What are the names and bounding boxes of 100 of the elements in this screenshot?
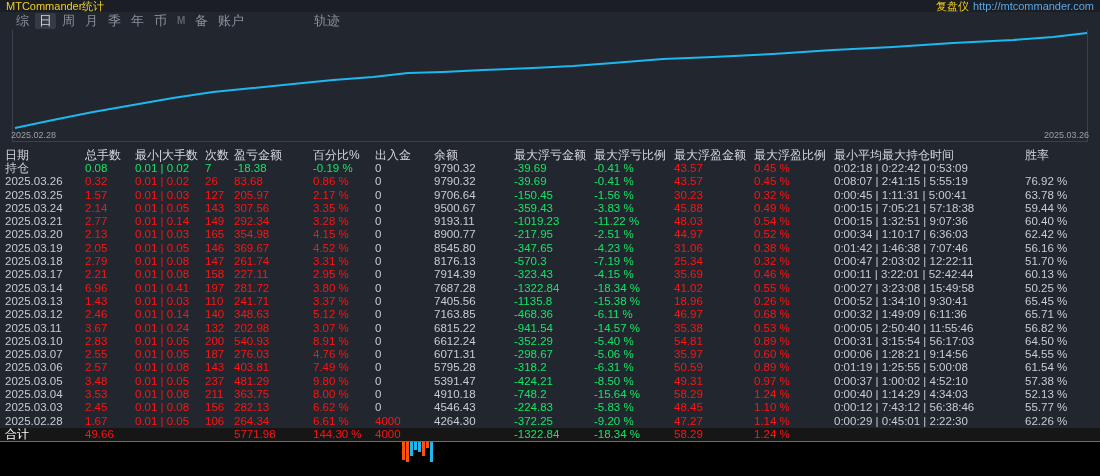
deposit-cell-text: 0 xyxy=(375,388,383,402)
win-rate-cell-text: 65.45 % xyxy=(1025,294,1069,309)
balance-cell-text: 4264.30 xyxy=(434,414,477,428)
max-profit-cell-text: 46.97 xyxy=(674,308,704,322)
percent-cell-text: 8.00 % xyxy=(313,388,350,402)
lots-cell-text: 2.45 xyxy=(85,401,109,415)
trace-tab[interactable]: 轨迹 xyxy=(310,13,345,29)
hold-time-cell-text: 0:00:27 | 3:23:08 | 15:49:58 xyxy=(834,281,976,295)
max-loss-percent-cell-text: -4.23 % xyxy=(594,241,635,256)
percent-cell-text: 3.28 % xyxy=(313,215,350,229)
max-loss-cell-text: -347.65 xyxy=(514,241,554,256)
deposit-cell-text: 4000 xyxy=(375,414,402,428)
trades-cell-text: 149 xyxy=(205,215,226,229)
lots-cell-text: 1.67 xyxy=(85,414,109,428)
trades-cell-text: 211 xyxy=(205,388,225,402)
percent-cell-text: 4.15 % xyxy=(313,228,350,242)
max-loss-percent-cell-text: -18.34 % xyxy=(594,281,642,295)
max-profit-percent-cell-text: 1.10 % xyxy=(754,401,791,415)
max-loss-percent-cell-text: -5.83 % xyxy=(594,401,635,415)
win-rate-cell-text: 57.38 % xyxy=(1025,374,1069,389)
column-header: 余额 xyxy=(434,148,459,162)
balance-cell-text: 9790.32 xyxy=(434,175,477,189)
period-tab[interactable]: 日 xyxy=(35,13,56,29)
profit-cell-text: 5771.98 xyxy=(234,427,277,442)
win-rate-cell-text: 52.13 % xyxy=(1025,388,1069,402)
max-profit-percent-cell-text: 0.89 % xyxy=(754,334,791,349)
profit-cell-text: 83.68 xyxy=(234,175,264,189)
max-loss-percent-cell-text: -3.83 % xyxy=(594,201,635,216)
lot-range-cell-text: 0.01 | 0.05 xyxy=(135,348,191,362)
lots-cell-text: 2.77 xyxy=(85,215,109,229)
deposit-cell-text: 0 xyxy=(375,255,383,269)
max-loss-percent-cell-text: -15.64 % xyxy=(594,388,642,402)
period-tab[interactable]: 季 xyxy=(104,13,125,29)
percent-cell-text: 7.49 % xyxy=(313,361,350,375)
trades-cell-text: 7 xyxy=(205,162,213,176)
trades-cell-text: 127 xyxy=(205,188,226,202)
replay-label: 复盘仪 xyxy=(935,0,969,12)
deposit-cell-text: 4000 xyxy=(375,427,402,442)
deposit-cell-text: 0 xyxy=(375,334,383,349)
max-profit-percent-cell-text: 0.52 % xyxy=(754,228,791,242)
period-tab[interactable]: 备 xyxy=(191,13,213,29)
max-profit-percent-cell-text: 1.14 % xyxy=(754,414,791,428)
profit-cell-text: 261.74 xyxy=(234,255,271,269)
website-link[interactable]: http://mtcommander.com xyxy=(972,0,1094,12)
lots-cell-text: 49.66 xyxy=(85,427,115,442)
column-header: 最大浮盈金额 xyxy=(674,148,747,162)
deposit-cell-text: 0 xyxy=(375,228,383,242)
balance-cell-text: 9790.32 xyxy=(434,162,477,176)
column-header: 百分比% xyxy=(313,148,361,162)
hold-time-cell-text: 0:02:18 | 0:22:42 | 0:53:09 xyxy=(834,162,969,176)
period-tab[interactable]: 周 xyxy=(58,13,79,29)
percent-cell-text: 3.35 % xyxy=(313,201,350,216)
lots-cell-text: 2.13 xyxy=(85,228,109,242)
hold-time-cell-text: 0:00:12 | 7:43:12 | 56:38:46 xyxy=(834,401,976,415)
max-profit-cell-text: 25.34 xyxy=(674,255,704,269)
profit-cell-text: 292.34 xyxy=(234,215,271,229)
column-header: 出入金 xyxy=(375,148,412,162)
trades-cell-text: 237 xyxy=(205,374,226,389)
period-tab[interactable]: 月 xyxy=(81,13,102,29)
max-profit-cell-text: 58.29 xyxy=(674,427,704,442)
max-profit-percent-cell-text: 0.45 % xyxy=(754,162,791,176)
column-header: 最小平均最大持仓时间 xyxy=(834,148,955,162)
histogram-drawing xyxy=(402,442,436,465)
lot-range-cell-text: 0.01 | 0.08 xyxy=(135,255,191,269)
max-loss-cell-text: -298.67 xyxy=(514,348,554,362)
period-tab[interactable]: 账户 xyxy=(214,13,249,29)
max-profit-cell-text: 45.88 xyxy=(674,201,704,216)
win-rate-cell-text: 60.40 % xyxy=(1025,215,1069,229)
period-tab[interactable]: 年 xyxy=(127,13,148,29)
max-loss-cell-text: -941.54 xyxy=(514,321,554,335)
date-cell-text: 2025.03.04 xyxy=(5,388,64,402)
date-cell-text: 2025.03.19 xyxy=(5,241,64,256)
max-loss-percent-cell-text: -5.40 % xyxy=(594,334,635,349)
percent-cell-text: 8.91 % xyxy=(313,334,350,349)
column-header: 次数 xyxy=(205,148,230,162)
max-profit-cell-text: 43.57 xyxy=(674,175,704,189)
hold-time-cell-text: 0:00:06 | 1:28:21 | 9:14:56 xyxy=(834,348,969,362)
hold-time-cell-text: 0:00:52 | 1:34:10 | 9:30:41 xyxy=(834,294,969,309)
date-cell-text: 2025.02.28 xyxy=(5,414,64,428)
trades-cell-text: 197 xyxy=(205,281,226,295)
percent-cell-text: 9.80 % xyxy=(313,374,350,389)
date-cell-text: 2025.03.05 xyxy=(5,374,64,389)
profit-cell-text: 282.13 xyxy=(234,401,271,415)
percent-cell-text: 6.61 % xyxy=(313,414,350,428)
hold-time-cell-text: 0:08:07 | 2:41:15 | 5:55:19 xyxy=(834,175,969,189)
max-profit-cell-text: 48.03 xyxy=(674,215,704,229)
max-loss-percent-cell-text: -4.15 % xyxy=(594,268,635,282)
win-rate-cell-text: 59.44 % xyxy=(1025,201,1069,216)
period-tab[interactable]: 综 xyxy=(12,13,33,29)
period-tab[interactable]: 币 xyxy=(150,13,171,29)
profit-cell-text: 276.03 xyxy=(234,348,271,362)
deposit-cell-text: 0 xyxy=(375,268,383,282)
balance-cell-text: 4546.43 xyxy=(434,401,477,415)
trades-cell-text: 187 xyxy=(205,348,226,362)
max-loss-percent-cell-text: -6.31 % xyxy=(594,361,635,375)
trades-cell-text: 143 xyxy=(205,201,226,216)
date-cell-text: 2025.03.18 xyxy=(5,255,64,269)
trades-cell-text: 143 xyxy=(205,361,226,375)
hold-time-cell-text: 0:00:45 | 1:11:31 | 5:00:41 xyxy=(834,188,968,202)
lot-range-cell-text: 0.01 | 0.05 xyxy=(135,241,191,256)
